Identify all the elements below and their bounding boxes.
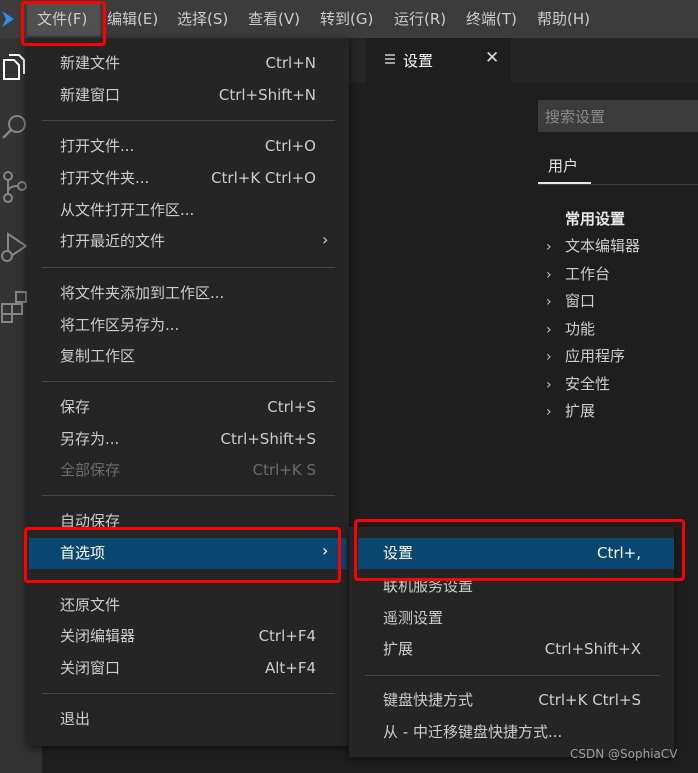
menu-selection[interactable]: 选择(S) [177, 0, 228, 38]
menu-go[interactable]: 转到(G) [320, 0, 373, 38]
menu-separator [42, 495, 335, 496]
menu-run[interactable]: 运行(R) [394, 0, 446, 38]
divider [538, 184, 698, 185]
menu-item-migrate-keybindings[interactable]: 从 - 中迁移键盘快捷方式... [383, 717, 641, 747]
menu-terminal[interactable]: 终端(T) [466, 0, 517, 38]
menu-item-keyboard-shortcuts[interactable]: 键盘快捷方式 Ctrl+K Ctrl+S [383, 685, 641, 715]
tree-item-workbench[interactable]: › 工作台 [546, 263, 610, 284]
menu-separator [42, 693, 335, 694]
menu-item-add-folder-to-workspace[interactable]: 将文件夹添加到工作区... [60, 278, 316, 308]
tree-item-features[interactable]: › 功能 [546, 318, 595, 339]
extensions-icon[interactable] [0, 290, 30, 324]
chevron-right-icon: › [546, 322, 552, 338]
chevron-right-icon: › [322, 230, 329, 249]
tree-item-security[interactable]: › 安全性 [546, 373, 610, 394]
annotation-box-file-menu [21, 1, 106, 46]
menu-item-open-file[interactable]: 打开文件... Ctrl+O [60, 131, 316, 161]
chevron-right-icon: › [546, 404, 552, 420]
menu-item-close-window[interactable]: 关闭窗口 Alt+F4 [60, 653, 316, 683]
tab-settings-label: 设置 [403, 52, 434, 70]
common-settings-heading[interactable]: 常用设置 [565, 208, 625, 229]
menu-item-new-file[interactable]: 新建文件 Ctrl+N [60, 48, 316, 78]
menu-item-duplicate-workspace[interactable]: 复制工作区 [60, 341, 316, 371]
menu-edit[interactable]: 编辑(E) [107, 0, 158, 38]
menu-separator [365, 675, 660, 676]
menu-item-save-as[interactable]: 另存为... Ctrl+Shift+S [60, 424, 316, 454]
chevron-right-icon: › [546, 349, 552, 365]
annotation-box-settings [354, 519, 685, 581]
menu-view[interactable]: 查看(V) [248, 0, 300, 38]
tree-item-text-editor[interactable]: › 文本编辑器 [546, 235, 640, 256]
chevron-right-icon: › [546, 267, 552, 283]
menu-item-new-window[interactable]: 新建窗口 Ctrl+Shift+N [60, 80, 316, 110]
tab-user-settings[interactable]: 用户 [548, 155, 578, 176]
menu-item-close-editor[interactable]: 关闭编辑器 Ctrl+F4 [60, 621, 316, 651]
settings-search-placeholder: 搜索设置 [545, 108, 606, 126]
annotation-box-preferences [24, 527, 341, 583]
source-control-icon[interactable] [0, 170, 30, 204]
menu-separator [42, 267, 335, 268]
menu-help[interactable]: 帮助(H) [537, 0, 590, 38]
watermark-text: CSDN @SophiaCV [570, 747, 678, 761]
menu-item-save-workspace-as[interactable]: 将工作区另存为... [60, 310, 316, 340]
chevron-right-icon: › [546, 294, 552, 310]
close-icon[interactable]: ✕ [485, 48, 499, 68]
search-icon[interactable] [0, 112, 30, 144]
menu-item-extensions[interactable]: 扩展 Ctrl+Shift+X [383, 634, 641, 664]
tree-item-extensions[interactable]: › 扩展 [546, 400, 595, 421]
vscode-logo-icon [2, 11, 14, 27]
menu-item-open-recent[interactable]: 打开最近的文件 [60, 226, 316, 256]
explorer-icon[interactable] [0, 52, 30, 84]
tree-item-window[interactable]: › 窗口 [546, 290, 595, 311]
menu-item-open-folder[interactable]: 打开文件夹... Ctrl+K Ctrl+O [60, 163, 316, 193]
chevron-right-icon: › [546, 377, 552, 393]
menu-item-open-workspace[interactable]: 从文件打开工作区... [60, 195, 316, 225]
menu-separator [42, 381, 335, 382]
settings-file-icon [385, 54, 395, 64]
tree-item-application[interactable]: › 应用程序 [546, 345, 625, 366]
menu-item-save-all[interactable]: 全部保存 Ctrl+K S [60, 455, 316, 485]
menu-separator [42, 120, 335, 121]
menu-item-save[interactable]: 保存 Ctrl+S [60, 392, 316, 422]
chevron-right-icon: › [546, 239, 552, 255]
menu-item-telemetry[interactable]: 遥测设置 [383, 603, 641, 633]
menu-item-revert-file[interactable]: 还原文件 [60, 590, 316, 620]
menu-item-exit[interactable]: 退出 [60, 704, 316, 734]
run-debug-icon[interactable] [0, 230, 30, 264]
